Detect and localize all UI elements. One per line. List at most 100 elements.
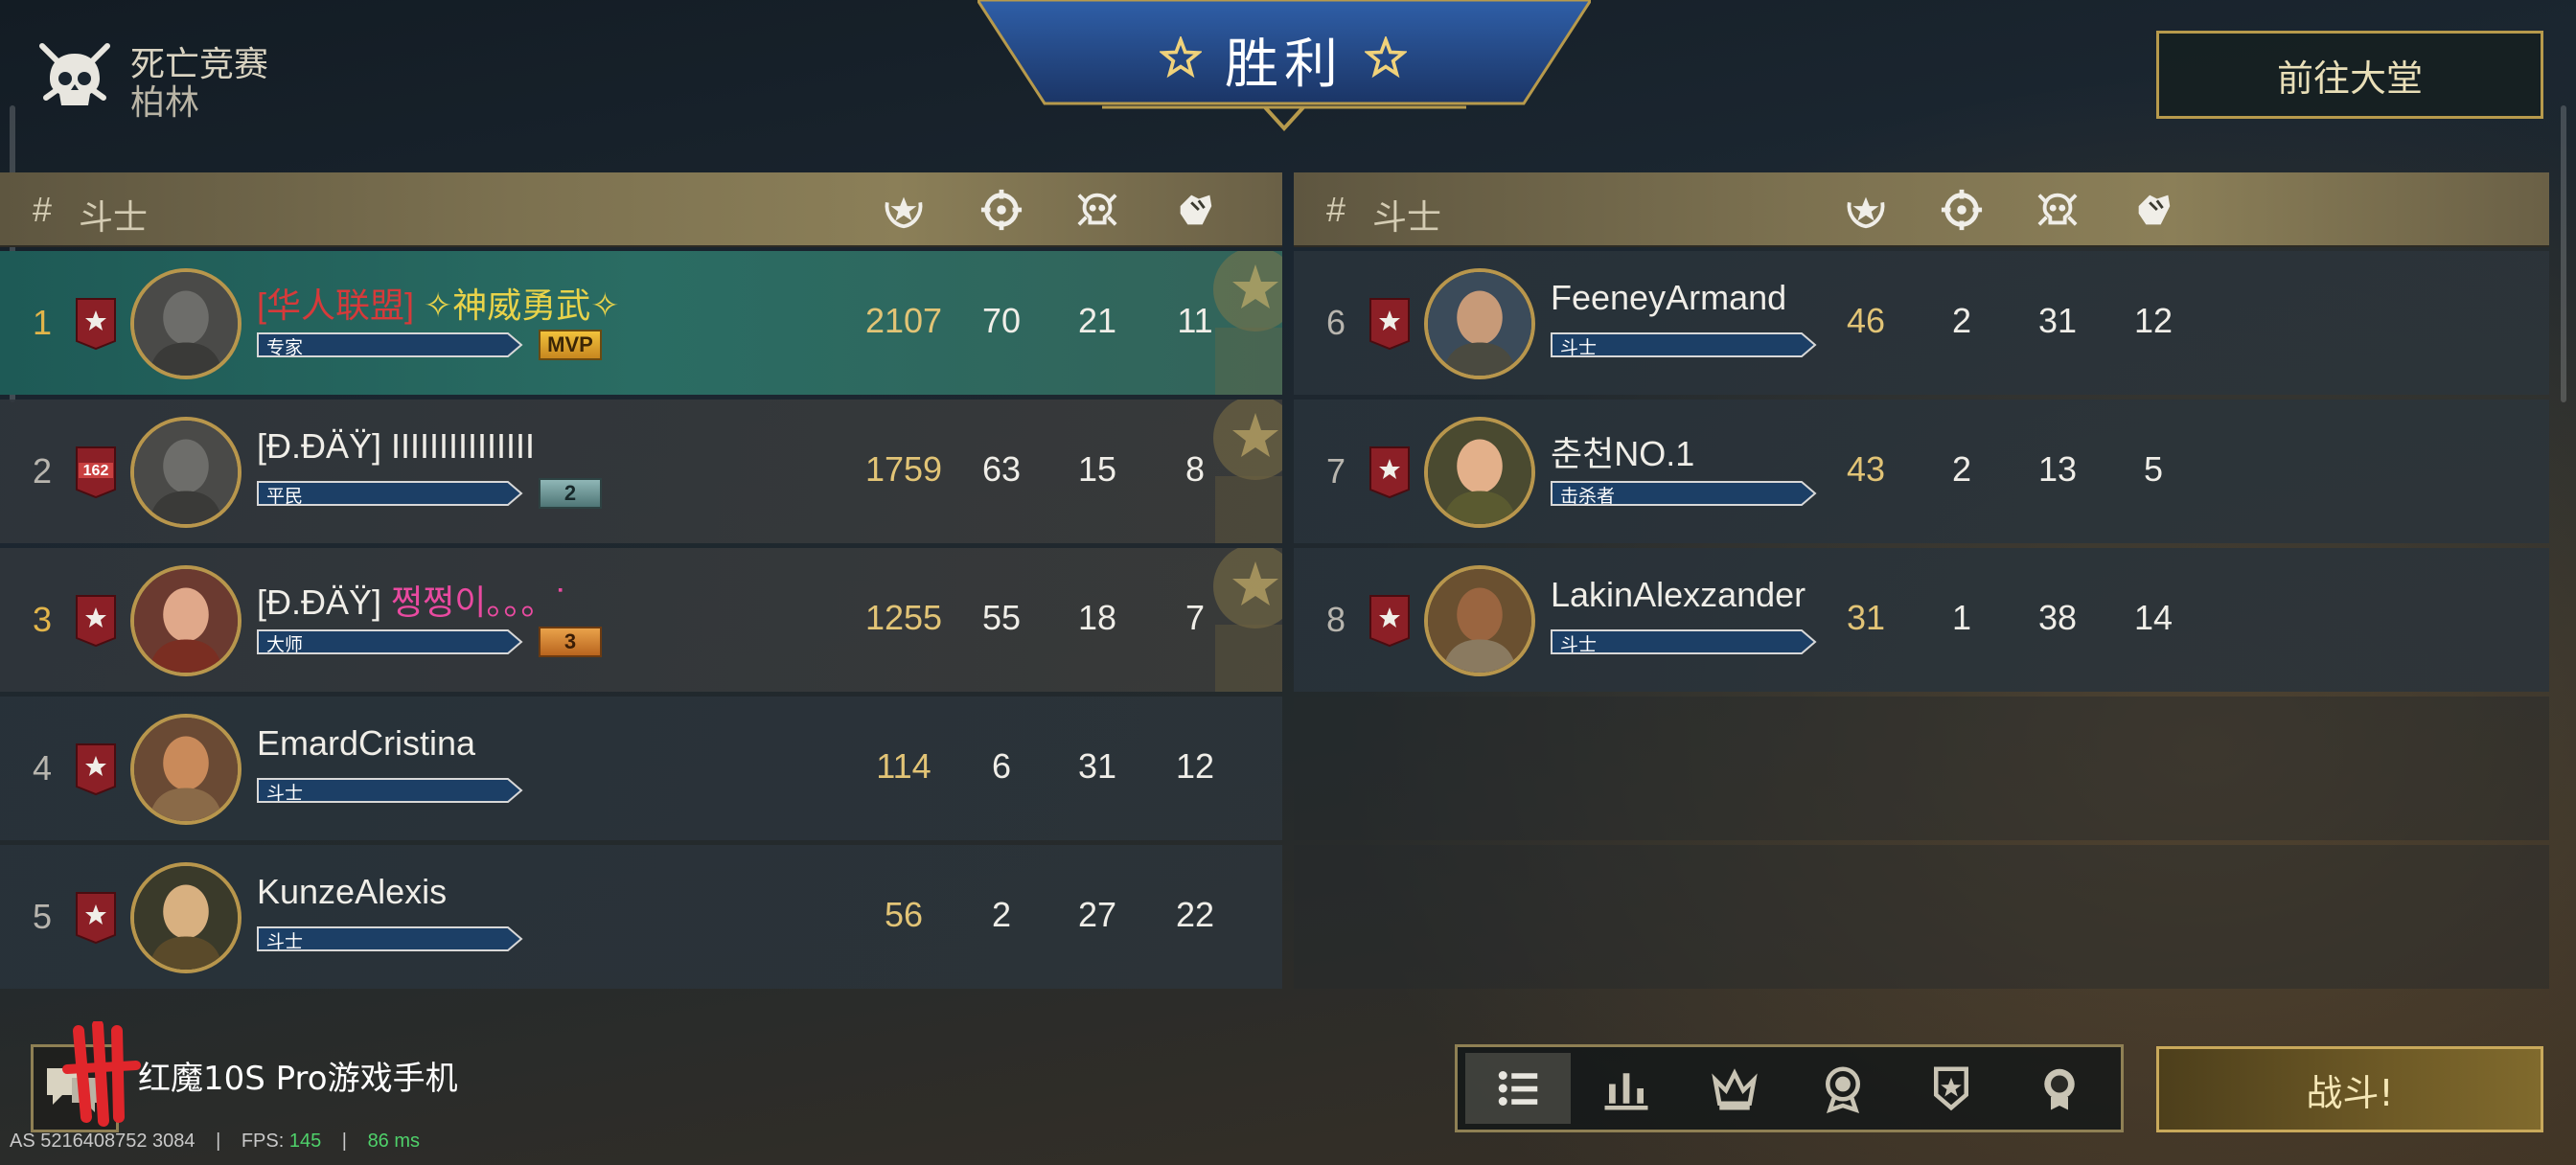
empty-slot bbox=[1294, 845, 2549, 989]
score-value: 114 bbox=[876, 746, 932, 786]
debug-overlay: AS 5216408752 3084 | FPS: 145 | 86 ms bbox=[10, 1131, 420, 1153]
player-name: [Ð.ĐÄŸ] IIIIIIIIIIIIIII bbox=[257, 426, 535, 467]
player-name-suffix: 쩡쩡이。。。ᐝ bbox=[391, 582, 564, 622]
go-to-lobby-button[interactable]: 前往大堂 bbox=[2156, 31, 2543, 119]
rank-badge-icon bbox=[1369, 446, 1410, 499]
rank-title-text: 击杀者 bbox=[1560, 487, 1616, 507]
rank-column-header: # bbox=[1326, 190, 1346, 229]
rank-badge-number: 162 bbox=[82, 463, 109, 479]
tab-list[interactable] bbox=[1465, 1053, 1571, 1124]
skull-deaths-icon-svg bbox=[1077, 193, 1117, 226]
assists-value: 12 bbox=[2133, 301, 2174, 340]
kills-value: 1 bbox=[1951, 598, 1972, 637]
player-name: [Ð.ĐÄŸ] 쩡쩡이。。。ᐝ bbox=[257, 575, 564, 625]
player-avatar[interactable] bbox=[1424, 417, 1535, 528]
player-avatar[interactable] bbox=[130, 417, 242, 528]
assists-value: 5 bbox=[2143, 449, 2164, 489]
tab-star-badge[interactable] bbox=[1898, 1053, 2004, 1124]
team-right-scoreboard: # 斗士 6 FeeneyArmand 斗士 46 2 31 12 7 춘천NO.1 击杀者 43 2… bbox=[1294, 172, 2549, 994]
tab-crown[interactable] bbox=[1682, 1053, 1787, 1124]
empty-slot bbox=[1294, 697, 2549, 840]
player-name: LakinAlexzander bbox=[1551, 575, 1806, 614]
tab-medal[interactable] bbox=[1790, 1053, 1896, 1124]
team-left-scoreboard: # 斗士 1 [华人联盟] ✧神威勇武✧ 专家 MVP 2107 70 21 11 2 162 [Ð… bbox=[0, 172, 1282, 994]
deaths-value: 31 bbox=[2037, 301, 2078, 340]
player-name-text: [Ð.ĐÄŸ] bbox=[257, 582, 392, 622]
deaths-value: 13 bbox=[2037, 449, 2078, 489]
rank-badge-icon bbox=[1369, 298, 1410, 351]
rank-number: 2 bbox=[32, 451, 53, 491]
player-row[interactable]: 2 162 [Ð.ĐÄŸ] IIIIIIIIIIIIIII 平民 2 1759 63 15 8 bbox=[0, 400, 1282, 543]
rank-number: 3 bbox=[32, 600, 53, 639]
score-wreath-icon-svg bbox=[885, 196, 923, 229]
player-name: [华人联盟] ✧神威勇武✧ bbox=[257, 278, 619, 328]
player-row[interactable]: 6 FeeneyArmand 斗士 46 2 31 12 bbox=[1294, 251, 2549, 395]
crown-icon bbox=[1712, 1068, 1758, 1110]
rank-title-text: 斗士 bbox=[1560, 635, 1598, 655]
skull-deaths-icon bbox=[1075, 188, 1119, 232]
player-portrait-image bbox=[134, 569, 238, 673]
rank-title-bar: 大师 bbox=[257, 628, 523, 655]
fight-button[interactable]: 战斗! bbox=[2156, 1046, 2543, 1132]
skull-deaths-icon-svg bbox=[2037, 193, 2078, 226]
player-portrait-image bbox=[1428, 569, 1531, 673]
rank-badge-icon bbox=[76, 298, 116, 351]
kills-value: 2 bbox=[1951, 301, 1972, 340]
rank-number: 8 bbox=[1325, 600, 1346, 639]
rank-column-header: # bbox=[33, 190, 53, 229]
player-row[interactable]: 1 [华人联盟] ✧神威勇武✧ 专家 MVP 2107 70 21 11 bbox=[0, 251, 1282, 395]
player-row[interactable]: 8 LakinAlexzander 斗士 31 1 38 14 bbox=[1294, 548, 2549, 692]
kills-value: 70 bbox=[981, 301, 1022, 340]
scoreboard-header: # 斗士 bbox=[0, 172, 1282, 247]
player-row[interactable]: 3 [Ð.ĐÄŸ] 쩡쩡이。。。ᐝ 大师 3 1255 55 18 7 bbox=[0, 548, 1282, 692]
player-portrait-image bbox=[1428, 421, 1531, 524]
mvp-badge: MVP bbox=[539, 330, 602, 360]
session-id-text: AS 5216408752 3084 bbox=[10, 1131, 196, 1152]
rank-number: 4 bbox=[32, 748, 53, 788]
player-avatar[interactable] bbox=[1424, 268, 1535, 379]
rank-number: 1 bbox=[32, 303, 53, 342]
player-name: FeeneyArmand bbox=[1551, 278, 1787, 317]
player-avatar[interactable] bbox=[1424, 565, 1535, 676]
rank-badge-icon bbox=[76, 595, 116, 648]
placement-badge: 3 bbox=[539, 627, 602, 657]
kills-value: 63 bbox=[981, 449, 1022, 489]
rank-number: 7 bbox=[1325, 451, 1346, 491]
tab-ribbon-medal[interactable] bbox=[2007, 1053, 2112, 1124]
red-magic-logo-icon bbox=[62, 1021, 141, 1127]
crosshair-kills-icon-svg bbox=[980, 189, 1023, 231]
rank-title-text: 平民 bbox=[266, 487, 304, 507]
player-row[interactable]: 4 EmardCristina 斗士 114 6 31 12 bbox=[0, 697, 1282, 840]
tab-bar-chart[interactable] bbox=[1574, 1053, 1679, 1124]
rank-badge-icon bbox=[76, 743, 116, 796]
player-name: EmardCristina bbox=[257, 723, 475, 764]
separator: | bbox=[216, 1131, 221, 1152]
rank-title-bar: 斗士 bbox=[257, 925, 523, 952]
rank-title-bar: 专家 bbox=[257, 331, 523, 358]
score-value: 46 bbox=[1846, 301, 1886, 340]
player-portrait-image bbox=[134, 272, 238, 376]
rank-title-text: 大师 bbox=[266, 635, 304, 655]
bar-chart-icon bbox=[1604, 1073, 1648, 1110]
deaths-value: 31 bbox=[1077, 746, 1117, 786]
player-portrait-image bbox=[134, 718, 238, 821]
score-value: 1759 bbox=[864, 449, 943, 489]
player-row[interactable]: 5 KunzeAlexis 斗士 56 2 27 22 bbox=[0, 845, 1282, 989]
rank-badge-icon bbox=[76, 892, 116, 945]
right-scrollbar[interactable] bbox=[2561, 105, 2566, 402]
player-avatar[interactable] bbox=[130, 714, 242, 825]
player-name-text: EmardCristina bbox=[257, 723, 476, 763]
score-wreath-icon bbox=[882, 188, 926, 232]
deaths-value: 21 bbox=[1077, 301, 1117, 340]
top-three-medal-icon bbox=[1213, 548, 1282, 692]
player-row[interactable]: 7 춘천NO.1 击杀者 43 2 13 5 bbox=[1294, 400, 2549, 543]
score-value: 2107 bbox=[864, 301, 943, 340]
score-value: 43 bbox=[1846, 449, 1886, 489]
score-wreath-icon-svg bbox=[1847, 196, 1885, 229]
rank-title-bar: 平民 bbox=[257, 480, 523, 507]
player-avatar[interactable] bbox=[130, 268, 242, 379]
rank-title-text: 斗士 bbox=[266, 932, 304, 952]
player-name-text: ✧神威勇武✧ bbox=[424, 286, 620, 325]
player-avatar[interactable] bbox=[130, 565, 242, 676]
player-avatar[interactable] bbox=[130, 862, 242, 973]
